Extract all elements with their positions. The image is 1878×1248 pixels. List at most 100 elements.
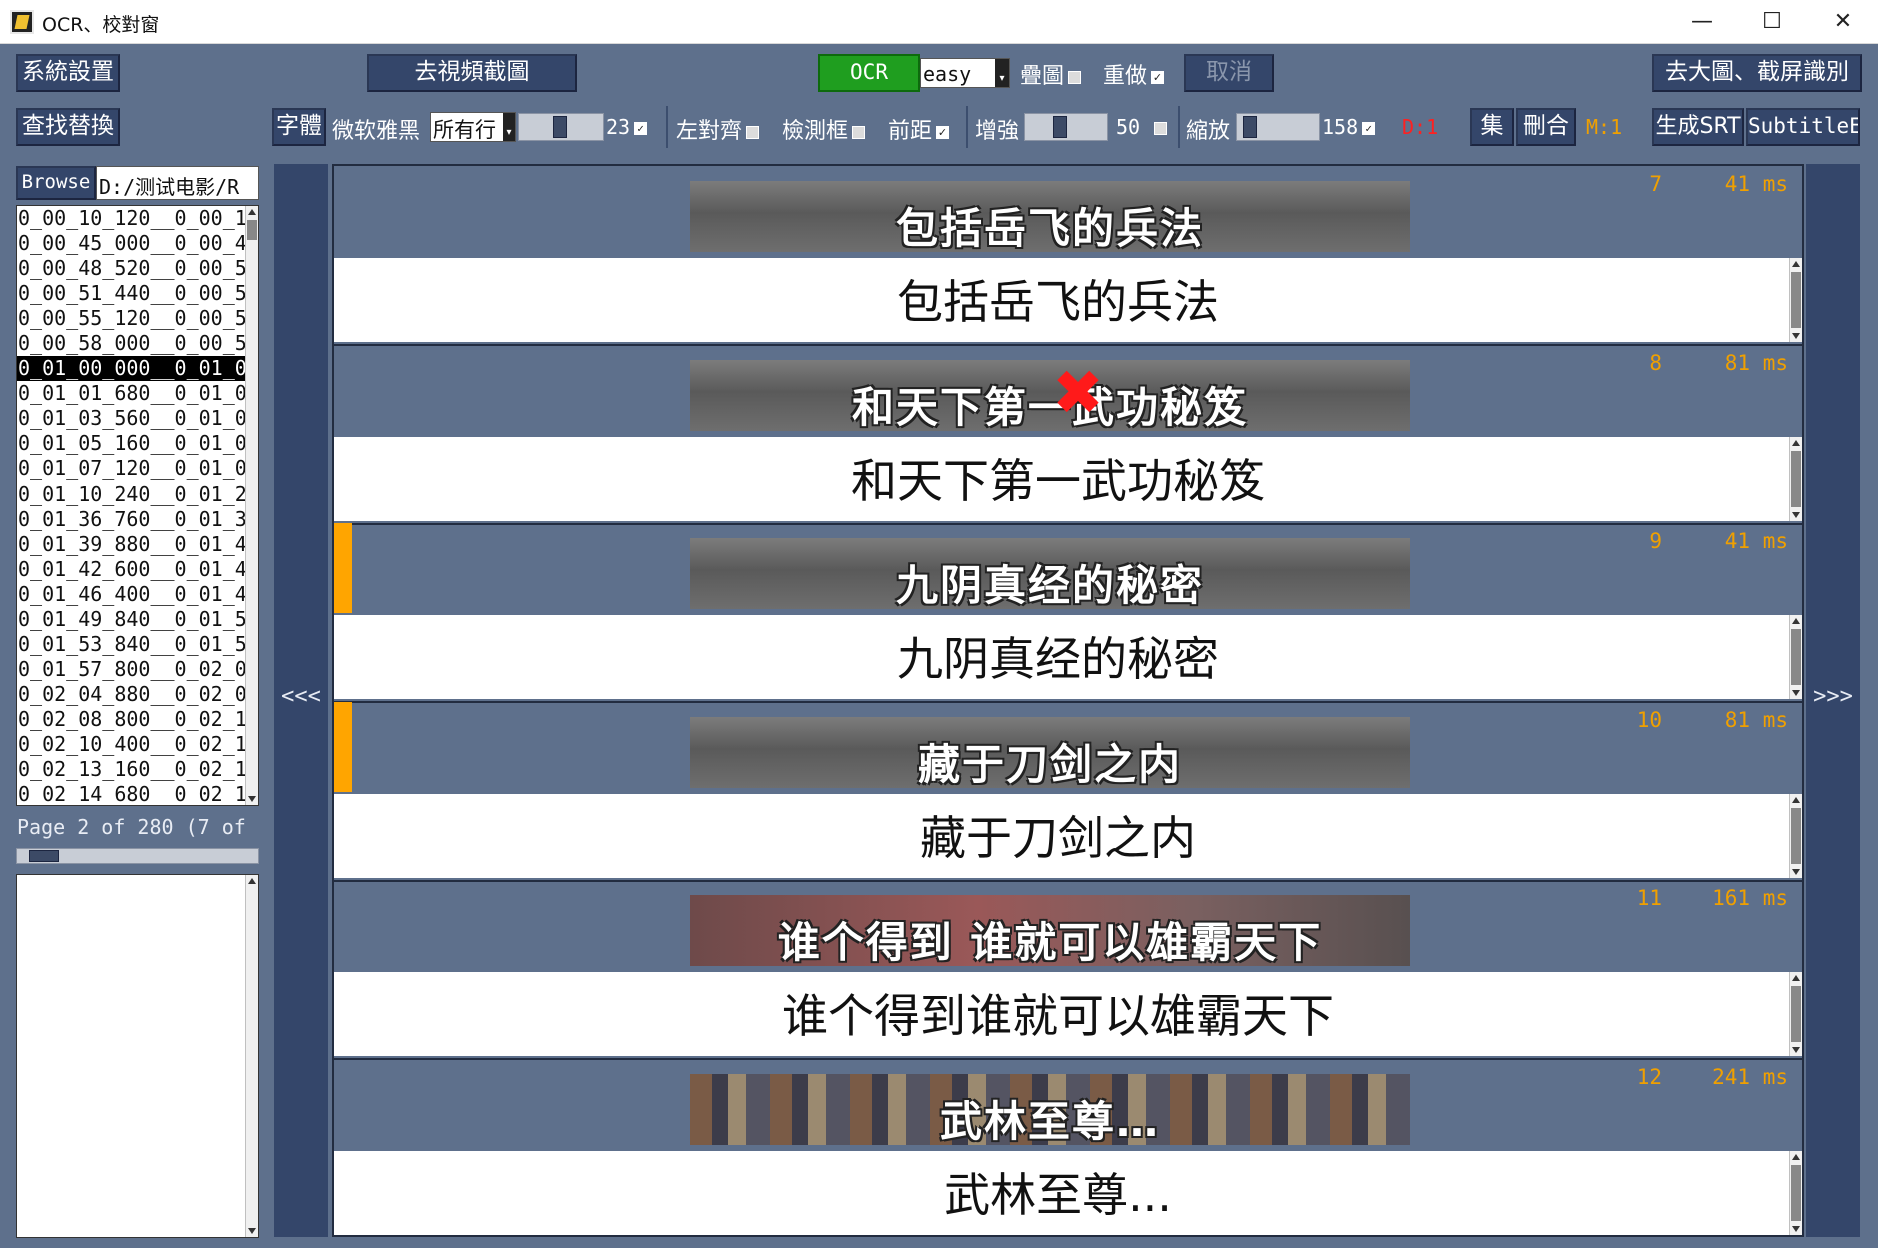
collect-button[interactable]: 集 [1470, 108, 1514, 146]
scroll-thumb[interactable] [1791, 629, 1801, 685]
textbox-scrollbar[interactable] [1789, 1150, 1802, 1235]
scroll-thumb[interactable] [247, 220, 257, 240]
left-align-checkbox[interactable] [746, 125, 760, 139]
textbox-scrollbar[interactable] [1789, 436, 1802, 521]
file-list-item[interactable]: 0_00_55_120__0_00_5 [17, 306, 247, 331]
scroll-thumb[interactable] [1791, 986, 1801, 1042]
file-list-item[interactable]: 0_00_58_000__0_00_5 [17, 331, 247, 356]
notes-textarea[interactable] [16, 874, 259, 1238]
engine-select[interactable]: easy ▾ [920, 58, 1010, 88]
file-list-item[interactable]: 0_01_49_840__0_01_5 [17, 607, 247, 632]
subtitle-card[interactable]: 武林至尊… 12 241 ms 武林至尊... [334, 1059, 1802, 1237]
font-size-option[interactable]: 23 ✓ [606, 115, 648, 139]
file-list-item[interactable]: 0_01_10_240__0_01_2 [17, 482, 247, 507]
file-list-item[interactable]: 0_00_51_440__0_00_5 [17, 281, 247, 306]
scroll-down-icon[interactable] [1792, 868, 1800, 875]
close-button[interactable]: ✕ [1808, 0, 1878, 44]
find-replace-button[interactable]: 查找替換 [16, 108, 120, 146]
scroll-down-icon[interactable] [248, 796, 256, 802]
ocr-result-textbox[interactable]: 武林至尊... [334, 1150, 1802, 1235]
font-size-checkbox[interactable]: ✓ [634, 122, 648, 135]
maximize-button[interactable]: ☐ [1737, 0, 1807, 44]
ocr-button[interactable]: OCR [818, 54, 920, 92]
scroll-up-icon[interactable] [1792, 796, 1800, 803]
delete-merge-button[interactable]: 刪合 [1516, 108, 1576, 146]
subtitle-card[interactable]: 藏于刀剑之内 10 81 ms 藏于刀剑之内 [334, 701, 1802, 882]
scroll-thumb[interactable] [1791, 450, 1801, 507]
page-slider[interactable] [16, 848, 259, 864]
ocr-result-textbox[interactable]: 藏于刀剑之内 [334, 793, 1802, 878]
subtitle-image-strip[interactable]: 包括岳飞的兵法 [690, 181, 1410, 252]
front-distance-option[interactable]: 前距 ✓ [888, 113, 950, 145]
font-size-slider[interactable] [518, 113, 604, 141]
scroll-up-icon[interactable] [248, 878, 256, 884]
overlay-checkbox[interactable] [1068, 70, 1082, 84]
subtitle-card[interactable]: 和天下第一武功秘笈 ✖ 8 81 ms 和天下第一武功秘笈 [334, 345, 1802, 525]
notes-scrollbar[interactable] [245, 875, 258, 1237]
file-list-item[interactable]: 0_01_53_840__0_01_5 [17, 632, 247, 657]
scroll-thumb[interactable] [1791, 272, 1801, 328]
file-list-scrollbar[interactable] [245, 206, 258, 805]
selection-marker[interactable] [334, 701, 352, 792]
enhance-option[interactable]: 50 [1116, 115, 1168, 139]
detect-box-option[interactable]: 檢測框 [782, 113, 866, 145]
file-list-item[interactable]: 0_01_46_400__0_01_4 [17, 582, 247, 607]
textbox-scrollbar[interactable] [1789, 972, 1802, 1056]
subtitle-image-strip[interactable]: 武林至尊… [690, 1073, 1410, 1145]
front-distance-checkbox[interactable]: ✓ [936, 125, 950, 139]
minimize-button[interactable]: — [1667, 0, 1737, 44]
file-list-item[interactable]: 0_02_10_400__0_02_1 [17, 732, 247, 757]
enhance-slider[interactable] [1024, 113, 1108, 141]
slider-thumb[interactable] [553, 116, 567, 138]
subtitle-image-strip[interactable]: 九阴真经的秘密 [690, 538, 1410, 609]
generate-srt-button[interactable]: 生成SRT [1652, 108, 1744, 146]
go-to-frame-button[interactable]: 去視頻截圖 [367, 54, 577, 92]
scroll-up-icon[interactable] [1792, 261, 1800, 267]
file-list-item[interactable]: 0_00_48_520__0_00_5 [17, 256, 247, 281]
textbox-scrollbar[interactable] [1789, 615, 1802, 699]
file-list-item[interactable]: 0_02_13_160__0_02_1 [17, 757, 247, 782]
file-list-item[interactable]: 0_01_36_760__0_01_3 [17, 507, 247, 532]
left-align-option[interactable]: 左對齊 [676, 113, 760, 145]
file-list-item[interactable]: 0_00_45_000__0_00_4 [17, 231, 247, 256]
scroll-down-icon[interactable] [1792, 511, 1800, 518]
subtitle-card[interactable]: 九阴真经的秘密 9 41 ms 九阴真经的秘密 [334, 523, 1802, 703]
file-list-item[interactable]: 0_01_42_600__0_01_4 [17, 557, 247, 582]
scroll-thumb[interactable] [1791, 807, 1801, 864]
zoom-checkbox[interactable]: ✓ [1362, 122, 1376, 135]
ocr-result-textbox[interactable]: 和天下第一武功秘笈 [334, 436, 1802, 521]
subtitle-card[interactable]: 谁个得到 谁就可以雄霸天下 11 161 ms 谁个得到谁就可以雄霸天下 [334, 880, 1802, 1060]
overlay-option[interactable]: 疊圖 [1020, 58, 1082, 90]
scroll-up-icon[interactable] [248, 209, 256, 215]
scroll-down-icon[interactable] [1792, 690, 1800, 696]
file-list-item[interactable]: 0_01_03_560__0_01_0 [17, 406, 247, 431]
file-list-item[interactable]: 0_02_04_880__0_02_0 [17, 682, 247, 707]
redo-checkbox[interactable]: ✓ [1151, 70, 1165, 84]
enhance-checkbox[interactable] [1154, 122, 1168, 135]
file-list-item[interactable]: 0_01_57_800__0_02_0 [17, 657, 247, 682]
zoom-option[interactable]: 158 ✓ [1322, 115, 1376, 139]
file-list-item[interactable]: 0_01_00_000__0_01_0 [17, 356, 247, 382]
ocr-result-textbox[interactable]: 谁个得到谁就可以雄霸天下 [334, 972, 1802, 1056]
scroll-up-icon[interactable] [1792, 1153, 1800, 1160]
scroll-up-icon[interactable] [1792, 618, 1800, 624]
next-page-button[interactable]: >>> [1806, 164, 1860, 1237]
subtitle-image-strip[interactable]: 谁个得到 谁就可以雄霸天下 [690, 895, 1410, 966]
cancel-button[interactable]: 取消 [1184, 54, 1274, 92]
prev-page-button[interactable]: <<< [274, 164, 328, 1237]
slider-thumb[interactable] [1053, 116, 1067, 138]
redo-option[interactable]: 重做 ✓ [1103, 58, 1165, 90]
file-list-item[interactable]: 0_02_14_680__0_02_1 [17, 782, 247, 805]
system-settings-button[interactable]: 系統設置 [16, 54, 120, 92]
file-list-item[interactable]: 0_02_08_800__0_02_1 [17, 707, 247, 732]
subtitle-card[interactable]: 包括岳飞的兵法 7 41 ms 包括岳飞的兵法 [334, 166, 1802, 346]
file-list[interactable]: 0_00_10_120__0_00_1 0_00_45_000__0_00_4 0_… [16, 205, 259, 806]
chevron-down-icon[interactable]: ▾ [995, 59, 1009, 87]
textbox-scrollbar[interactable] [1789, 258, 1802, 342]
font-button[interactable]: 字體 [272, 108, 326, 146]
subtitle-image-strip[interactable]: 藏于刀剑之内 [690, 716, 1410, 788]
scroll-down-icon[interactable] [248, 1228, 256, 1234]
file-list-item[interactable]: 0_00_10_120__0_00_1 [17, 206, 247, 231]
textbox-scrollbar[interactable] [1789, 793, 1802, 878]
scroll-down-icon[interactable] [1792, 1047, 1800, 1053]
